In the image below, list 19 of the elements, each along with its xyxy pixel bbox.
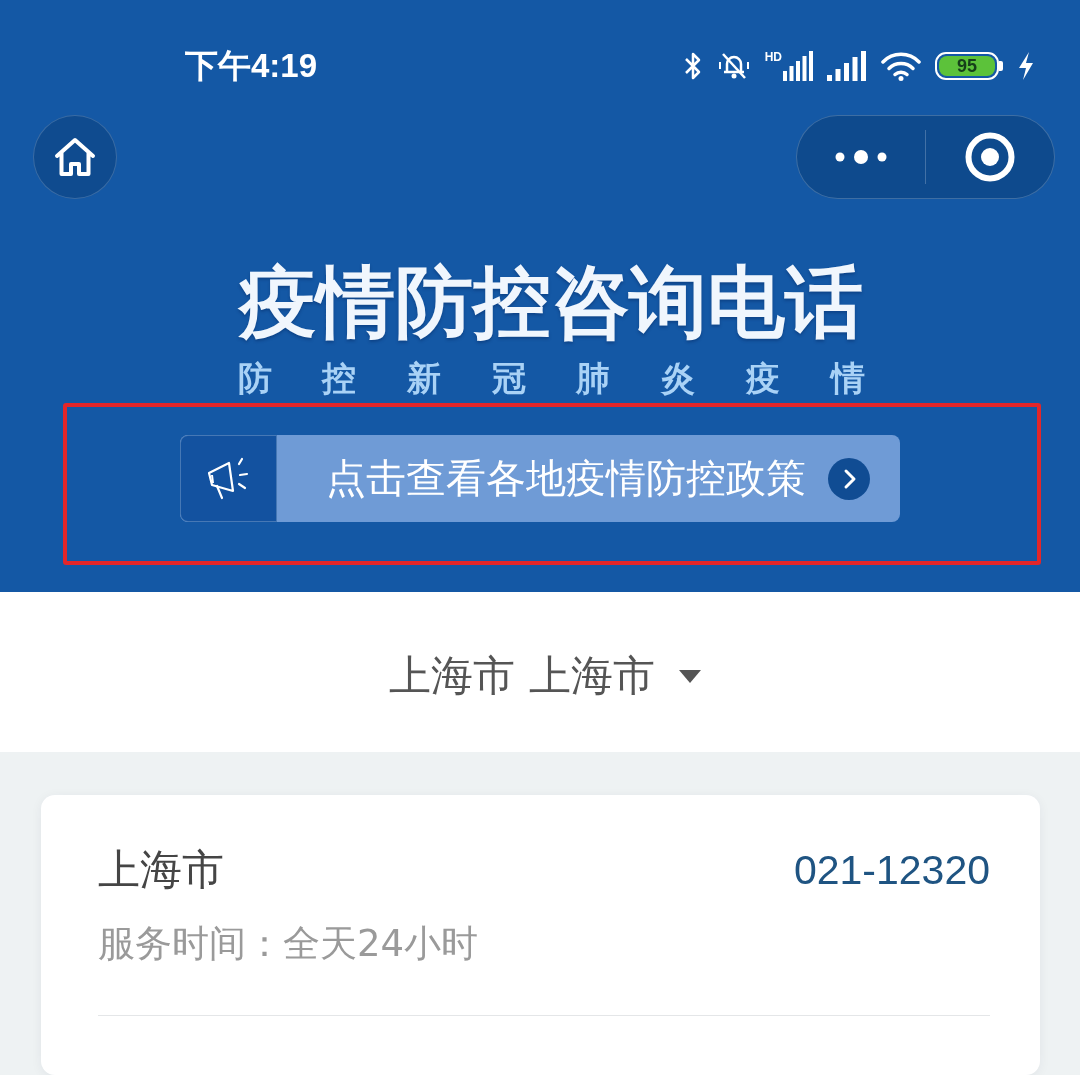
signal-icon: [783, 51, 813, 81]
ring-dot-icon: [965, 131, 1015, 182]
region-name: 上海市: [98, 846, 224, 894]
signal-icon: [827, 51, 867, 81]
caret-icon: [678, 669, 701, 683]
battery-percent: 95: [939, 56, 995, 76]
hd-label: HD: [764, 51, 782, 63]
phone-link[interactable]: 021-12320: [793, 846, 990, 894]
status-time: 下午4:19: [185, 45, 318, 86]
home-icon: [54, 136, 96, 177]
page-subtitle: 防控新冠肺炎疫情: [237, 358, 865, 398]
wifi-icon: [881, 51, 921, 81]
chevron-icon: [828, 457, 870, 500]
service-hours: 服务时间：全天24小时: [98, 922, 480, 966]
megaphone-icon: [180, 435, 277, 522]
dots-icon: [835, 148, 887, 165]
page-title: 疫情防控咨询电话: [239, 259, 863, 345]
region-dropdown[interactable]: 上海市 上海市: [389, 650, 701, 702]
bluetooth-icon: [682, 51, 703, 81]
